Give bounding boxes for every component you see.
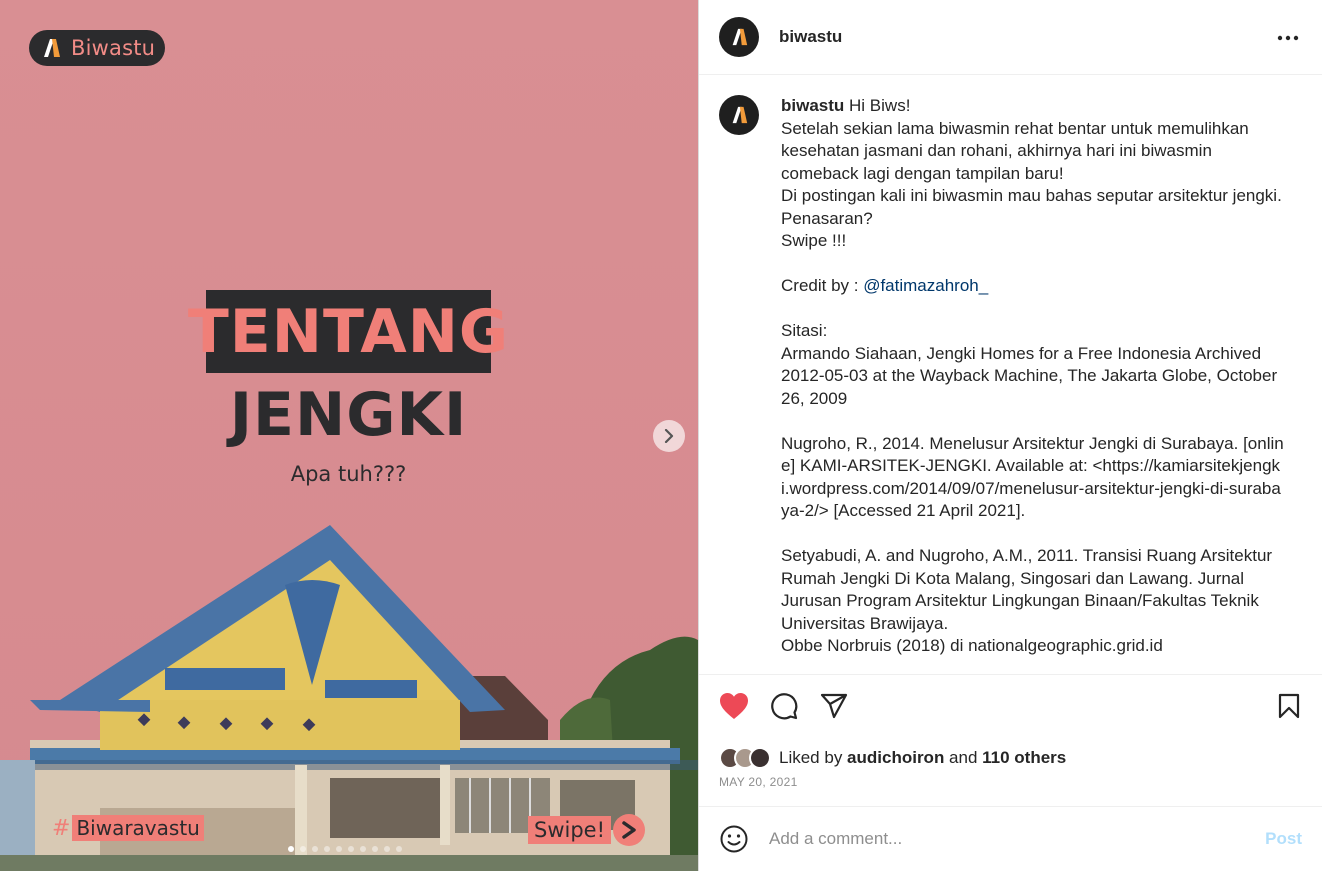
carousel-dot [324, 846, 330, 852]
carousel-dot [396, 846, 402, 852]
caption-gap [781, 410, 1287, 433]
hashtag-label: # Biwaravastu [52, 815, 204, 841]
comment-icon [771, 693, 798, 720]
heart-icon [720, 693, 748, 719]
share-icon [820, 693, 848, 719]
biwastu-logo-icon [44, 39, 60, 57]
carousel-dot [384, 846, 390, 852]
comment-bar: Post [699, 806, 1322, 871]
biwastu-logo-icon [732, 28, 748, 46]
post-comment-button[interactable]: Post [1265, 829, 1302, 849]
caption-line: Swipe !!! [781, 231, 847, 250]
comment-button[interactable] [769, 691, 799, 721]
likes-middle: and [944, 748, 983, 767]
caption-line: Setelah sekian lama biwasmin rehat benta… [781, 118, 1249, 183]
post-sidebar: biwastu biwastu Hi Biws! Setelah sekian … [698, 0, 1322, 871]
post-header: biwastu [699, 0, 1322, 75]
liker-username[interactable]: audichoiron [847, 748, 944, 767]
headline-line-1: TENTANG [187, 296, 510, 367]
avatar[interactable] [719, 95, 759, 135]
carousel-dot [312, 846, 318, 852]
carousel-dot [300, 846, 306, 852]
caption-line: Armando Siahaan, Jengki Homes for a Free… [781, 343, 1278, 408]
caption-line: biwastu Hi Biws! [781, 95, 1287, 118]
caption-area: biwastu Hi Biws! Setelah sekian lama biw… [699, 75, 1322, 675]
caption-gap [781, 298, 1287, 321]
caption-line: Obbe Norbruis (2018) di nationalgeograph… [781, 636, 1163, 655]
carousel-next-button[interactable] [653, 420, 685, 452]
caption-text: biwastu Hi Biws! Setelah sekian lama biw… [781, 95, 1287, 674]
avatar [749, 747, 771, 769]
caption-line: Credit by : @fatimazahroh_ [781, 275, 1287, 298]
caption-credit-label: Credit by : [781, 276, 864, 295]
action-bar [699, 675, 1322, 737]
share-button[interactable] [819, 691, 849, 721]
chevron-right-icon [664, 429, 674, 443]
like-button[interactable] [719, 691, 749, 721]
carousel-indicator [288, 846, 402, 852]
emoji-icon [720, 825, 748, 853]
swipe-hint: Swipe! [528, 814, 646, 846]
carousel-dot [372, 846, 378, 852]
avatar[interactable] [719, 17, 759, 57]
likes-summary: Liked by audichoiron and 110 others [699, 743, 1322, 773]
carousel-dot [348, 846, 354, 852]
caption-line: Sitasi: [781, 321, 828, 340]
post-date[interactable]: MAY 20, 2021 [699, 775, 1322, 797]
headline-subtitle: Apa tuh??? [290, 462, 407, 486]
hashtag-symbol: # [52, 815, 71, 841]
mention-link[interactable]: @fatimazahroh_ [863, 276, 988, 295]
brand-badge: Biwastu [29, 30, 165, 66]
caption-gap [781, 253, 1287, 276]
caption-line: Di postingan kali ini biwasmin mau bahas… [781, 186, 1282, 228]
post-media[interactable]: Biwastu TENTANG JENGKI Apa tuh??? # Biwa… [0, 0, 698, 871]
caption-line: Setyabudi, A. and Nugroho, A.M., 2011. T… [781, 546, 1273, 633]
liker-avatars[interactable] [719, 747, 771, 769]
likes-text[interactable]: Liked by audichoiron and 110 others [779, 748, 1066, 768]
caption-line: Nugroho, R., 2014. Menelusur Arsitektur … [781, 433, 1284, 521]
save-button[interactable] [1274, 691, 1304, 721]
caption-username[interactable]: biwastu [781, 96, 844, 115]
carousel-dot [360, 846, 366, 852]
bookmark-icon [1278, 693, 1300, 719]
swipe-label: Swipe! [528, 816, 612, 844]
comment-input[interactable] [769, 829, 1239, 849]
more-options-icon [1277, 35, 1299, 41]
headline-box: TENTANG [188, 290, 508, 373]
carousel-dot [336, 846, 342, 852]
brand-label: Biwastu [71, 36, 156, 60]
biwastu-logo-icon [732, 106, 748, 124]
headline-line-2: JENGKI [229, 380, 468, 450]
carousel-dot [288, 846, 294, 852]
likes-prefix: Liked by [779, 748, 848, 767]
likes-others[interactable]: 110 others [982, 748, 1066, 767]
emoji-button[interactable] [719, 824, 749, 854]
swipe-arrow-icon [613, 814, 646, 846]
caption-text-0: Hi Biws! [844, 96, 911, 115]
header-username[interactable]: biwastu [779, 27, 842, 47]
more-options-button[interactable] [1276, 26, 1300, 50]
caption-gap [781, 523, 1287, 546]
hashtag-text: Biwaravastu [72, 815, 204, 841]
